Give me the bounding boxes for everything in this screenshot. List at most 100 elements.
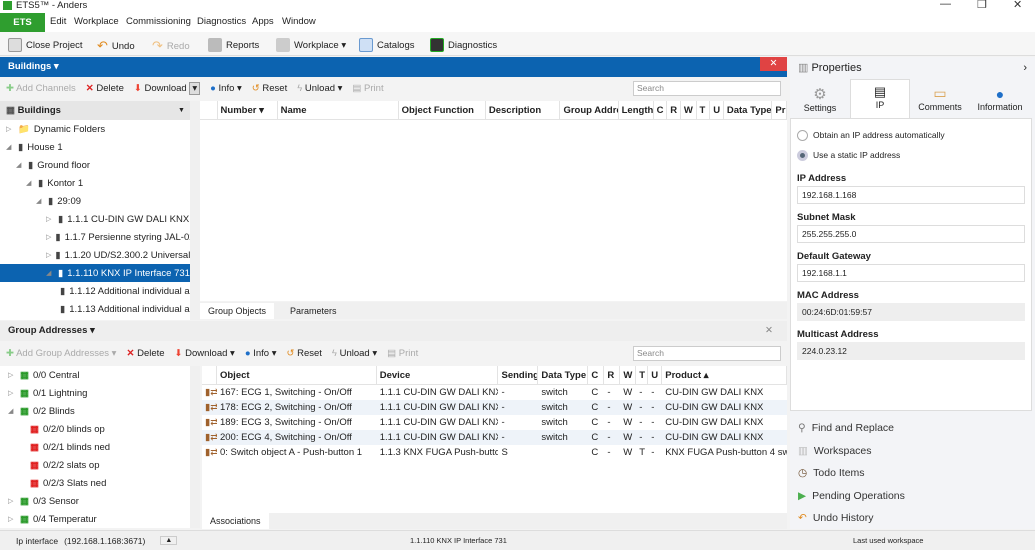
chevron-right-icon[interactable]: ›: [1023, 57, 1027, 79]
tree-item[interactable]: ◢ ▮ Kontor 1: [0, 174, 190, 192]
tree-item[interactable]: ▮ 1.1.13 Additional individual a...: [0, 300, 190, 318]
column-header[interactable]: C: [654, 101, 668, 119]
download-dropdown-icon[interactable]: ▾: [189, 82, 201, 95]
static-ip-radio[interactable]: Use a static IP address: [791, 145, 1031, 165]
expand-icon[interactable]: ◢: [26, 179, 34, 187]
minimize-button[interactable]: —: [940, 0, 951, 10]
column-header[interactable]: U: [710, 101, 724, 119]
column-header[interactable]: R: [604, 366, 621, 384]
column-header[interactable]: R: [667, 101, 681, 119]
expand-icon[interactable]: ▷: [6, 125, 14, 133]
column-header[interactable]: Device: [377, 366, 499, 384]
menu-workplace[interactable]: Workplace: [74, 16, 119, 27]
column-header[interactable]: Group Addres: [560, 101, 619, 119]
tab-information[interactable]: ● Information: [970, 86, 1030, 112]
panel-link-find-and-replace[interactable]: ⚲ Find and Replace: [790, 417, 1035, 440]
tree-item[interactable]: ▷ ▮1.1.7 Persienne styring JAL-021...: [0, 228, 190, 246]
menu-edit[interactable]: Edit: [50, 16, 66, 27]
close-panel-icon[interactable]: ✕: [760, 57, 787, 71]
tree-item[interactable]: ▷ ▦ 0/0 Central: [0, 366, 190, 384]
column-header[interactable]: T: [636, 366, 649, 384]
column-header[interactable]: T: [697, 101, 711, 119]
tree-item[interactable]: ◢ ▮ 29:09: [0, 192, 190, 210]
column-header[interactable]: Name: [278, 101, 399, 119]
menu-apps[interactable]: Apps: [252, 16, 274, 27]
tab-ip[interactable]: ▤ IP: [850, 79, 910, 118]
info-button[interactable]: ● Info ▾: [210, 83, 242, 94]
column-header[interactable]: Number ▾: [218, 101, 278, 119]
diagnostics-button[interactable]: Diagnostics: [430, 38, 497, 52]
catalogs-button[interactable]: Catalogs: [359, 38, 415, 52]
tree-item[interactable]: ▷ 📁 Dynamic Folders: [0, 120, 190, 138]
expand-icon[interactable]: ◢: [46, 269, 54, 277]
group-addresses-header[interactable]: Group Addresses ▾ ✕: [0, 321, 787, 341]
tree-item[interactable]: ▷ ▦ 0/1 Lightning: [0, 384, 190, 402]
tree-scrollbar[interactable]: [190, 366, 200, 528]
table-row[interactable]: ▮⇄ 189: ECG 3, Switching - On/Off 1.1.1 CU…: [202, 415, 787, 430]
reset-button[interactable]: ↺ Reset: [252, 83, 287, 94]
info-button[interactable]: ● Info ▾: [245, 348, 277, 359]
column-header[interactable]: Object Function: [399, 101, 486, 119]
column-header[interactable]: Length: [619, 101, 654, 119]
delete-button[interactable]: ✕ Delete: [86, 83, 124, 94]
panel-link-undo-history[interactable]: ↶ Undo History: [790, 507, 1035, 530]
maximize-button[interactable]: ❐: [977, 0, 987, 11]
close-panel-icon[interactable]: ✕: [765, 321, 773, 341]
reports-button[interactable]: Reports: [208, 38, 259, 52]
column-header[interactable]: Sending: [498, 366, 539, 384]
add-channels-button[interactable]: ✚ Add Channels: [6, 83, 76, 94]
column-header[interactable]: C: [588, 366, 605, 384]
tab-associations[interactable]: Associations: [202, 513, 269, 529]
table-row[interactable]: ▮⇄ 0: Switch object A - Push-button 1 1.1.…: [202, 445, 787, 460]
tab-comments[interactable]: ▭ Comments: [910, 85, 970, 112]
print-button[interactable]: ▤ Print: [387, 348, 418, 359]
undo-button[interactable]: ↶ Undo: [97, 38, 135, 54]
menu-commissioning[interactable]: Commissioning: [126, 16, 191, 27]
tree-item[interactable]: ◢ ▮ Ground floor: [0, 156, 190, 174]
tree-item[interactable]: ▷ ▮1.1.20 UD/S2.300.2 Universal D...: [0, 246, 190, 264]
ets-menu-button[interactable]: ETS: [0, 13, 45, 32]
workplace-button[interactable]: Workplace ▾: [276, 38, 346, 52]
tree-item[interactable]: ▷ ▦ 0/3 Sensor: [0, 492, 190, 510]
tab-group-objects[interactable]: Group Objects: [200, 302, 275, 319]
buildings-panel-header[interactable]: Buildings ▾: [0, 57, 787, 77]
expand-icon[interactable]: ▷: [46, 233, 51, 241]
add-group-addresses-button[interactable]: ✚ Add Group Addresses ▾: [6, 348, 116, 359]
tree-item[interactable]: ▷ ▦ 0/4 Temperatur: [0, 510, 190, 528]
panel-link-todo-items[interactable]: ◷ Todo Items: [790, 462, 1035, 485]
tree-item[interactable]: ▦ 0/2/1 blinds ned: [0, 438, 190, 456]
expand-icon[interactable]: ◢: [6, 143, 14, 151]
unload-button[interactable]: ϟ Unload ▾: [297, 83, 342, 94]
tab-settings[interactable]: ⚙ Settings: [790, 85, 850, 113]
tree-item[interactable]: ◢ ▦ 0/2 Blinds: [0, 402, 190, 420]
panel-link-pending-operations[interactable]: ▶ Pending Operations: [790, 485, 1035, 508]
chevron-down-icon[interactable]: ▼: [178, 101, 185, 120]
expand-icon[interactable]: ▷: [8, 515, 16, 523]
expand-icon[interactable]: ▷: [8, 389, 16, 397]
tree-item[interactable]: ▦ 0/2/2 slats op: [0, 456, 190, 474]
download-button[interactable]: ⬇ Download ▾: [134, 82, 201, 95]
print-button[interactable]: ▤ Print: [352, 83, 383, 94]
column-header[interactable]: W: [681, 101, 697, 119]
tree-scrollbar[interactable]: [190, 101, 200, 320]
unload-button[interactable]: ϟ Unload ▾: [332, 348, 377, 359]
column-header[interactable]: Product ▴: [662, 366, 788, 384]
expand-icon[interactable]: ▷: [8, 497, 16, 505]
buildings-search-input[interactable]: Search: [633, 81, 781, 96]
delete-button[interactable]: ✕ Delete: [126, 348, 164, 359]
redo-button[interactable]: ↷ Redo: [152, 38, 190, 54]
column-header[interactable]: U: [648, 366, 663, 384]
column-header[interactable]: W: [620, 366, 637, 384]
panel-link-workspaces[interactable]: ▥ Workspaces: [790, 440, 1035, 463]
expand-icon[interactable]: ◢: [8, 407, 16, 415]
tree-item[interactable]: ◢ ▮ 1.1.110 KNX IP Interface 731: [0, 264, 190, 282]
table-row[interactable]: ▮⇄ 178: ECG 2, Switching - On/Off 1.1.1 CU…: [202, 400, 787, 415]
column-header[interactable]: Pr: [772, 101, 787, 119]
tree-item[interactable]: ▮ 1.1.12 Additional individual a...: [0, 282, 190, 300]
download-button[interactable]: ⬇ Download ▾: [175, 348, 235, 359]
column-header[interactable]: Data Type: [538, 366, 589, 384]
expand-icon[interactable]: ▷: [46, 215, 54, 223]
close-project-button[interactable]: Close Project: [8, 38, 83, 52]
column-header[interactable]: Data Type: [724, 101, 773, 119]
expand-icon[interactable]: ▷: [46, 251, 51, 259]
